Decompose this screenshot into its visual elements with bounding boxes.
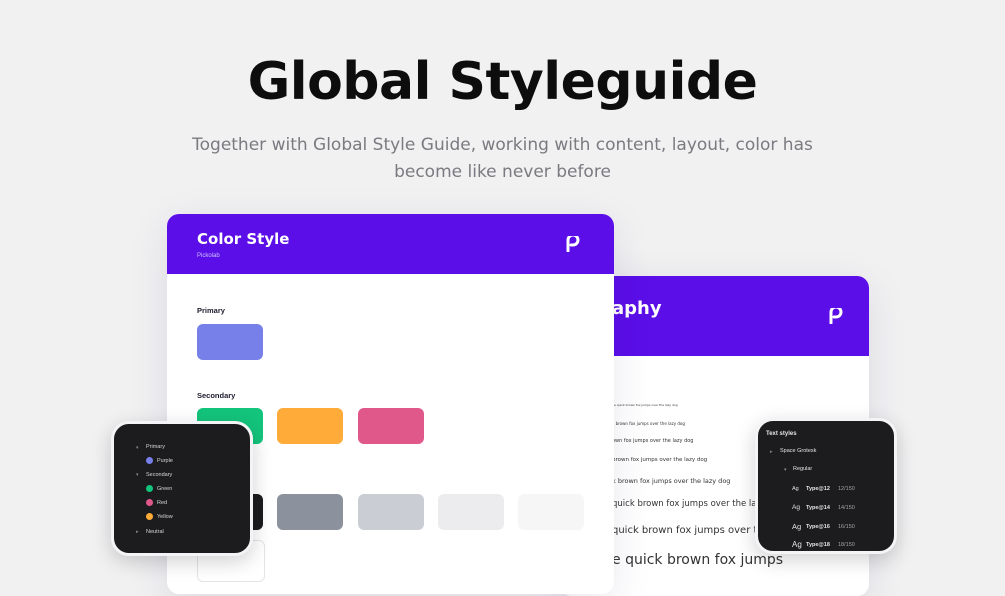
swatch-neutral-gray[interactable] bbox=[277, 494, 343, 530]
style-preview: Ag bbox=[792, 504, 800, 511]
chevron-down-icon[interactable]: ▾ bbox=[136, 472, 139, 478]
color-dot-icon bbox=[146, 485, 153, 492]
color-card-header: Color Style Pickolab bbox=[167, 214, 614, 274]
chevron-right-icon[interactable]: ▸ bbox=[136, 529, 139, 535]
swatch-neutral-light-gray[interactable] bbox=[358, 494, 424, 530]
chevron-down-icon[interactable]: ▾ bbox=[784, 467, 787, 473]
swatch-neutral-white[interactable] bbox=[518, 494, 584, 530]
style-meta: 12/150 bbox=[838, 486, 855, 492]
layer-group-secondary[interactable]: Secondary bbox=[146, 472, 172, 478]
swatch-primary-purple[interactable] bbox=[197, 324, 263, 360]
color-layers-panel: ▾ Primary Purple ▾ Secondary Green Red Y… bbox=[111, 421, 253, 556]
typography-card-title: aphy bbox=[612, 298, 662, 319]
color-dot-icon bbox=[146, 499, 153, 506]
layer-item-yellow[interactable]: Yellow bbox=[157, 514, 173, 520]
color-card-title: Color Style bbox=[197, 230, 290, 248]
color-dot-icon bbox=[146, 513, 153, 520]
type-sample: e quick brown fox jumps bbox=[612, 552, 784, 568]
weight-group-regular[interactable]: Regular bbox=[793, 466, 812, 472]
style-meta: 14/150 bbox=[838, 505, 855, 511]
pickolab-logo-icon bbox=[566, 236, 580, 252]
layer-item-red[interactable]: Red bbox=[157, 500, 167, 506]
text-styles-header: Text styles bbox=[766, 431, 797, 437]
style-preview: Ag bbox=[792, 540, 802, 549]
type-sample: k brown fox jumps over the lazy dog bbox=[612, 477, 731, 485]
swatch-secondary-red[interactable] bbox=[358, 408, 424, 444]
type-sample: brown fox jumps over the lazy dog bbox=[612, 457, 708, 463]
layer-group-neutral[interactable]: Neutral bbox=[146, 529, 164, 535]
style-preview: Ag bbox=[792, 486, 799, 492]
style-meta: 18/150 bbox=[838, 542, 855, 548]
subtitle-line-2: become like never before bbox=[394, 162, 611, 182]
type-sample: he quick brown fox jumps over the lazy d… bbox=[612, 403, 678, 407]
chevron-down-icon[interactable]: ▾ bbox=[136, 445, 139, 451]
font-group-space-grotesk[interactable]: Space Grotesk bbox=[780, 448, 816, 454]
style-name: Type@12 bbox=[806, 486, 830, 492]
swatch-neutral-lighter-gray[interactable] bbox=[438, 494, 504, 530]
type-sample: k brown fox jumps over the lazy dog bbox=[612, 421, 685, 426]
style-preview: Ag bbox=[792, 522, 802, 531]
style-name: Type@18 bbox=[806, 542, 830, 548]
text-styles-panel: Text styles ▸ Space Grotesk ▾ Regular Ag… bbox=[755, 418, 897, 554]
chevron-right-icon[interactable]: ▸ bbox=[770, 449, 773, 455]
style-name: Type@16 bbox=[806, 524, 830, 530]
layer-group-primary[interactable]: Primary bbox=[146, 444, 165, 450]
layer-item-purple[interactable]: Purple bbox=[157, 458, 173, 464]
color-dot-icon bbox=[146, 457, 153, 464]
subtitle-line-1: Together with Global Style Guide, workin… bbox=[192, 135, 813, 155]
page-subtitle: Together with Global Style Guide, workin… bbox=[170, 132, 835, 186]
style-meta: 16/150 bbox=[838, 524, 855, 530]
color-card-subtitle: Pickolab bbox=[197, 253, 220, 259]
swatch-secondary-yellow[interactable] bbox=[277, 408, 343, 444]
pickolab-logo-icon bbox=[829, 308, 843, 324]
style-name: Type@14 bbox=[806, 505, 830, 511]
page-title: Global Styleguide bbox=[247, 52, 758, 112]
type-sample: own fox jumps over the lazy dog bbox=[612, 438, 694, 444]
primary-section-label: Primary bbox=[197, 306, 225, 315]
layer-item-green[interactable]: Green bbox=[157, 486, 172, 492]
secondary-section-label: Secondary bbox=[197, 391, 236, 400]
